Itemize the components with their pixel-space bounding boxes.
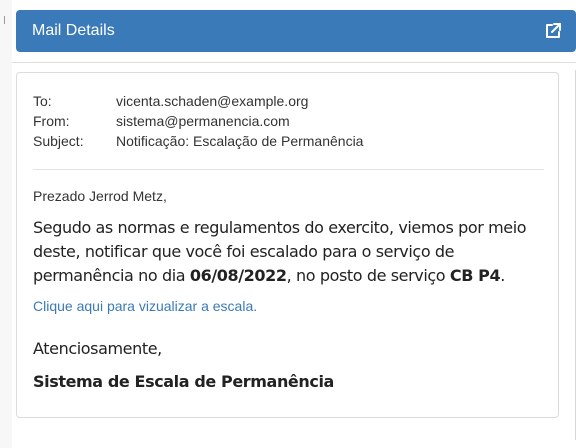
meta-divider bbox=[33, 169, 544, 170]
from-value: sistema@permanencia.com bbox=[116, 113, 290, 129]
panel-header: Mail Details bbox=[16, 10, 576, 52]
page: Mail Details To: vicenta.schaden@example.… bbox=[0, 0, 576, 448]
view-schedule-link[interactable]: Clique aqui para vizualizar a escala. bbox=[33, 297, 257, 315]
service-date: 06/08/2022 bbox=[189, 266, 287, 285]
from-row: From: sistema@permanencia.com bbox=[33, 111, 363, 131]
subject-label: Subject: bbox=[33, 133, 84, 149]
to-row: To: vicenta.schaden@example.org bbox=[33, 91, 363, 111]
body-text-part2: , no posto de serviço bbox=[286, 266, 450, 285]
panel-title: Mail Details bbox=[32, 22, 115, 39]
mail-closing: Atenciosamente, bbox=[33, 339, 162, 358]
external-link-icon[interactable] bbox=[544, 22, 562, 40]
body-text-part3: . bbox=[500, 266, 505, 285]
mail-greeting: Prezado Jerrod Metz, bbox=[33, 188, 167, 204]
subject-row: Subject: Notificação: Escalação de Perman… bbox=[33, 131, 363, 151]
mail-details-panel: Mail Details To: vicenta.schaden@example.… bbox=[12, 0, 576, 448]
to-label: To: bbox=[33, 93, 52, 109]
mail-body-paragraph: Segudo as normas e regulamentos do exerc… bbox=[33, 216, 545, 288]
mail-meta: To: vicenta.schaden@example.org From: sist… bbox=[33, 91, 363, 151]
header-separator bbox=[12, 62, 576, 63]
left-panel-marker bbox=[4, 16, 5, 24]
service-post: CB P4 bbox=[449, 266, 501, 285]
to-value: vicenta.schaden@example.org bbox=[116, 93, 309, 109]
mail-card: To: vicenta.schaden@example.org From: sist… bbox=[16, 72, 559, 418]
from-label: From: bbox=[33, 113, 70, 129]
subject-value: Notificação: Escalação de Permanência bbox=[116, 133, 364, 149]
mail-signature: Sistema de Escala de Permanência bbox=[33, 372, 334, 391]
